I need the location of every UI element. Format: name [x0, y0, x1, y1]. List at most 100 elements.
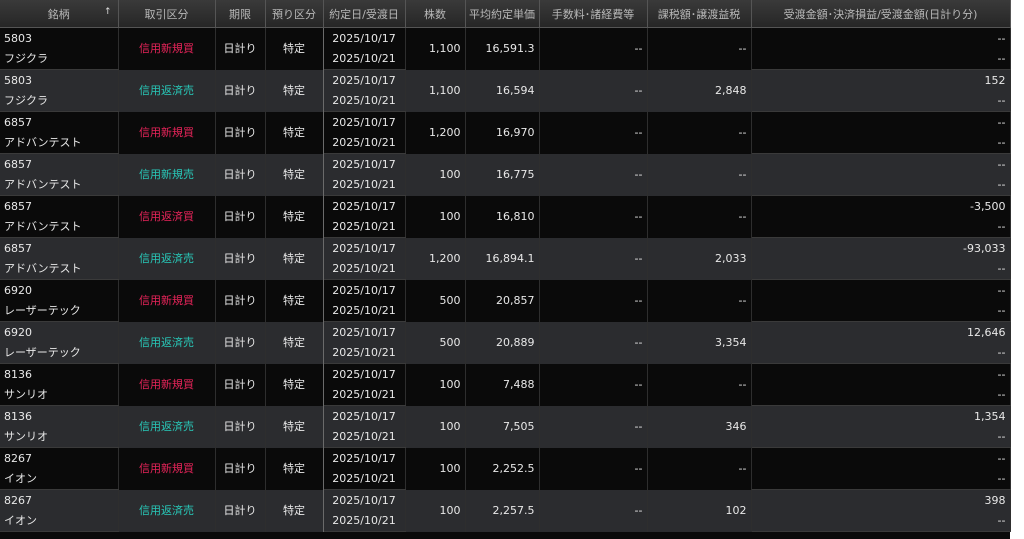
- table-row[interactable]: 8136 信用新規買 日計り 特定 2025/10/17 100 7,488 -- -- --: [0, 363, 1011, 406]
- symbol-name: イオン: [0, 469, 119, 490]
- header-date[interactable]: 約定日/受渡日: [323, 0, 406, 28]
- tax: --: [647, 447, 752, 490]
- header-tax[interactable]: 課税額･譲渡益税: [647, 0, 752, 28]
- header-shares[interactable]: 株数: [405, 0, 466, 28]
- fee: --: [539, 69, 648, 112]
- account-type: 特定: [265, 27, 324, 70]
- tax: --: [647, 27, 752, 70]
- trade-date: 2025/10/17: [323, 69, 406, 91]
- table-row[interactable]: 6857 信用新規買 日計り 特定 2025/10/17 1,200 16,970 -- -- -…: [0, 111, 1011, 154]
- header-symbol[interactable]: 銘柄 ↑: [0, 0, 119, 28]
- settle-date: 2025/10/21: [323, 427, 406, 448]
- header-account[interactable]: 預り区分: [265, 0, 324, 28]
- table-row[interactable]: 8267 信用返済売 日計り 特定 2025/10/17 100 2,257.5 -- 102 3…: [0, 489, 1011, 532]
- settlement-amount: 1,354: [751, 405, 1011, 427]
- shares: 100: [405, 363, 466, 406]
- account-type: 特定: [265, 69, 324, 112]
- settlement-amount: --: [751, 279, 1011, 301]
- account-type: 特定: [265, 153, 324, 196]
- account-type: 特定: [265, 405, 324, 448]
- term: 日計り: [215, 405, 266, 448]
- avg-price: 20,857: [465, 279, 540, 322]
- header-amount[interactable]: 受渡金額･決済損益/受渡金額(日計り分): [751, 0, 1011, 28]
- settlement-amount: --: [751, 111, 1011, 133]
- symbol-code: 8267: [0, 447, 119, 469]
- term: 日計り: [215, 195, 266, 238]
- symbol-name: フジクラ: [0, 91, 119, 112]
- symbol-name: フジクラ: [0, 49, 119, 70]
- symbol-code: 8136: [0, 363, 119, 385]
- shares: 1,100: [405, 69, 466, 112]
- avg-price: 16,594: [465, 69, 540, 112]
- tax: --: [647, 195, 752, 238]
- tax: --: [647, 363, 752, 406]
- day-trade-amount: --: [751, 301, 1011, 322]
- trade-type: 信用新規買: [118, 27, 216, 70]
- avg-price: 16,894.1: [465, 237, 540, 280]
- settlement-amount: --: [751, 447, 1011, 469]
- fee: --: [539, 27, 648, 70]
- shares: 100: [405, 405, 466, 448]
- term: 日計り: [215, 153, 266, 196]
- tax: 3,354: [647, 321, 752, 364]
- shares: 100: [405, 153, 466, 196]
- symbol-name: レーザーテック: [0, 343, 119, 364]
- header-term[interactable]: 期限: [215, 0, 266, 28]
- header-avg-price[interactable]: 平均約定単価: [465, 0, 540, 28]
- trade-type: 信用返済売: [118, 237, 216, 280]
- day-trade-amount: --: [751, 427, 1011, 448]
- header-fee[interactable]: 手数料･諸経費等: [539, 0, 648, 28]
- settle-date: 2025/10/21: [323, 301, 406, 322]
- symbol-code: 6857: [0, 195, 119, 217]
- settlement-amount: -3,500: [751, 195, 1011, 217]
- table-row[interactable]: 6920 信用新規買 日計り 特定 2025/10/17 500 20,857 -- -- --: [0, 279, 1011, 322]
- fee: --: [539, 279, 648, 322]
- symbol-code: 6857: [0, 153, 119, 175]
- settlement-amount: 398: [751, 489, 1011, 511]
- table-row[interactable]: 6857 信用返済買 日計り 特定 2025/10/17 100 16,810 -- -- -3,…: [0, 195, 1011, 238]
- symbol-code: 6857: [0, 111, 119, 133]
- settlement-amount: 12,646: [751, 321, 1011, 343]
- fee: --: [539, 447, 648, 490]
- avg-price: 2,257.5: [465, 489, 540, 532]
- term: 日計り: [215, 111, 266, 154]
- symbol-code: 6920: [0, 279, 119, 301]
- trade-type: 信用返済売: [118, 69, 216, 112]
- term: 日計り: [215, 27, 266, 70]
- account-type: 特定: [265, 279, 324, 322]
- settlement-amount: 152: [751, 69, 1011, 91]
- trade-type: 信用新規買: [118, 111, 216, 154]
- symbol-name: アドバンテスト: [0, 259, 119, 280]
- symbol-name: イオン: [0, 511, 119, 532]
- settle-date: 2025/10/21: [323, 133, 406, 154]
- table-row[interactable]: 8136 信用返済売 日計り 特定 2025/10/17 100 7,505 -- 346 1,3…: [0, 405, 1011, 448]
- trade-date: 2025/10/17: [323, 111, 406, 133]
- day-trade-amount: --: [751, 385, 1011, 406]
- symbol-name: レーザーテック: [0, 301, 119, 322]
- settle-date: 2025/10/21: [323, 469, 406, 490]
- trade-date: 2025/10/17: [323, 195, 406, 217]
- term: 日計り: [215, 69, 266, 112]
- table-row[interactable]: 6920 信用返済売 日計り 特定 2025/10/17 500 20,889 -- 3,354…: [0, 321, 1011, 364]
- trade-date: 2025/10/17: [323, 447, 406, 469]
- shares: 500: [405, 321, 466, 364]
- settle-date: 2025/10/21: [323, 91, 406, 112]
- term: 日計り: [215, 489, 266, 532]
- symbol-code: 6920: [0, 321, 119, 343]
- term: 日計り: [215, 237, 266, 280]
- trade-date: 2025/10/17: [323, 489, 406, 511]
- sort-ascending-icon: ↑: [103, 7, 112, 17]
- header-trade-type[interactable]: 取引区分: [118, 0, 216, 28]
- table-row[interactable]: 5803 信用新規買 日計り 特定 2025/10/17 1,100 16,591.3 -- -…: [0, 27, 1011, 70]
- table-row[interactable]: 8267 信用新規買 日計り 特定 2025/10/17 100 2,252.5 -- -- --: [0, 447, 1011, 490]
- trade-type: 信用新規買: [118, 279, 216, 322]
- trade-type: 信用新規売: [118, 153, 216, 196]
- table-row[interactable]: 6857 信用新規売 日計り 特定 2025/10/17 100 16,775 -- -- --: [0, 153, 1011, 196]
- account-type: 特定: [265, 195, 324, 238]
- symbol-code: 5803: [0, 27, 119, 49]
- trade-history-panel: 銘柄 ↑ 取引区分 期限 預り区分 約定日/受渡日 株数 平均約定単価 手数料･…: [0, 0, 1011, 539]
- avg-price: 16,810: [465, 195, 540, 238]
- table-row[interactable]: 5803 信用返済売 日計り 特定 2025/10/17 1,100 16,594 -- 2,8…: [0, 69, 1011, 112]
- table-row[interactable]: 6857 信用返済売 日計り 特定 2025/10/17 1,200 16,894.1 -- 2…: [0, 237, 1011, 280]
- tax: 346: [647, 405, 752, 448]
